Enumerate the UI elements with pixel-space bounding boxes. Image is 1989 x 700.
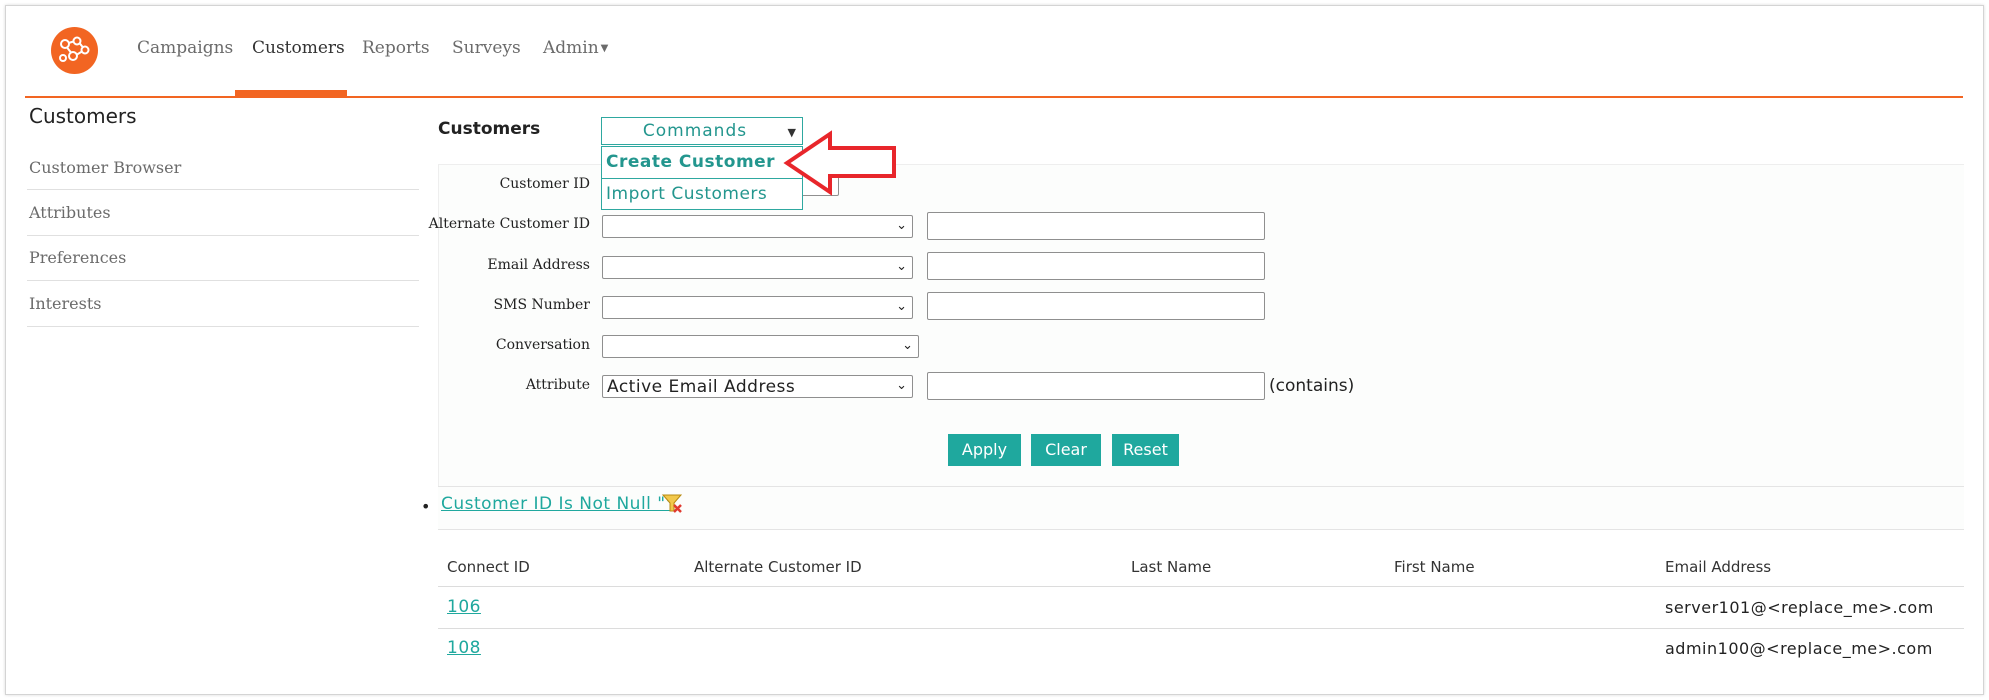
- page-title: Customers: [438, 119, 541, 139]
- nav-customers[interactable]: Customers: [252, 38, 345, 58]
- nav-surveys[interactable]: Surveys: [452, 38, 521, 58]
- apply-button[interactable]: Apply: [948, 434, 1021, 466]
- column-header-first-name[interactable]: First Name: [1394, 558, 1475, 576]
- table-cell-email: admin100@<replace_me>.com: [1665, 639, 1933, 658]
- attribute-value-input[interactable]: [927, 372, 1265, 400]
- sidebar-item-preferences[interactable]: Preferences: [29, 248, 419, 267]
- sidebar-divider: [27, 280, 419, 281]
- sms-number-input[interactable]: [927, 292, 1265, 320]
- column-header-connect-id[interactable]: Connect ID: [447, 558, 530, 576]
- customer-link-106[interactable]: 106: [447, 597, 481, 617]
- customer-id-label: Customer ID: [499, 176, 590, 192]
- chevron-down-icon: ⌄: [902, 338, 913, 353]
- menu-divider: [602, 178, 802, 179]
- reset-button[interactable]: Reset: [1112, 434, 1179, 466]
- remove-filter-icon[interactable]: [661, 493, 684, 519]
- sidebar-item-interests[interactable]: Interests: [29, 294, 419, 313]
- annotation-arrow-icon: [783, 130, 896, 196]
- filter-bullet: •: [421, 497, 431, 516]
- email-address-operator-select[interactable]: ⌄: [602, 256, 913, 279]
- alternate-customer-id-input[interactable]: [927, 212, 1265, 240]
- sidebar-item-customer-browser[interactable]: Customer Browser: [29, 158, 419, 177]
- chevron-down-icon: ⌄: [896, 259, 907, 274]
- conversation-select[interactable]: ⌄: [602, 335, 919, 358]
- table-row-divider: [438, 628, 1964, 629]
- alternate-customer-id-label: Alternate Customer ID: [428, 216, 590, 232]
- table-header-divider: [438, 586, 1964, 587]
- commands-dropdown[interactable]: Commands ▼: [601, 117, 803, 145]
- sidebar-title: Customers: [29, 104, 137, 128]
- header-divider: [25, 96, 1963, 98]
- column-header-email-address[interactable]: Email Address: [1665, 558, 1771, 576]
- sidebar-item-attributes[interactable]: Attributes: [29, 203, 419, 222]
- table-cell-email: server101@<replace_me>.com: [1665, 598, 1934, 617]
- column-header-alternate-customer-id[interactable]: Alternate Customer ID: [694, 558, 862, 576]
- sidebar-divider: [27, 326, 419, 327]
- sms-number-label: SMS Number: [493, 297, 590, 313]
- attribute-select[interactable]: Active Email Address ⌄: [602, 375, 913, 398]
- caret-down-icon: ▼: [600, 43, 609, 54]
- sidebar-divider: [27, 189, 419, 190]
- clear-button[interactable]: Clear: [1031, 434, 1101, 466]
- funnel-icon: [661, 494, 683, 513]
- attribute-match-hint: (contains): [1269, 376, 1355, 396]
- chevron-down-icon: ⌄: [896, 218, 907, 233]
- attribute-label: Attribute: [525, 377, 590, 393]
- commands-label: Commands: [642, 121, 748, 141]
- logo-network-icon: [59, 36, 90, 62]
- customer-link-108[interactable]: 108: [447, 638, 481, 658]
- commands-menu: Create Customer Import Customers: [601, 146, 803, 210]
- nav-reports[interactable]: Reports: [362, 38, 430, 58]
- chevron-down-icon: ⌄: [896, 378, 907, 393]
- conversation-label: Conversation: [495, 337, 590, 353]
- active-filter-link[interactable]: Customer ID Is Not Null "": [441, 494, 674, 514]
- nav-admin-label: Admin: [543, 38, 599, 58]
- sidebar-divider: [27, 235, 419, 236]
- column-header-last-name[interactable]: Last Name: [1131, 558, 1211, 576]
- email-address-label: Email Address: [487, 257, 590, 273]
- app-logo[interactable]: [51, 27, 98, 74]
- alternate-customer-id-operator-select[interactable]: ⌄: [602, 215, 913, 238]
- nav-campaigns[interactable]: Campaigns: [137, 38, 233, 58]
- menu-item-import-customers[interactable]: Import Customers: [606, 184, 767, 204]
- email-address-input[interactable]: [927, 252, 1265, 280]
- sms-number-operator-select[interactable]: ⌄: [602, 296, 913, 319]
- chevron-down-icon: ⌄: [896, 299, 907, 314]
- nav-admin[interactable]: Admin ▼: [543, 38, 608, 58]
- menu-item-create-customer[interactable]: Create Customer: [606, 152, 775, 172]
- attribute-selected: Active Email Address: [607, 377, 796, 397]
